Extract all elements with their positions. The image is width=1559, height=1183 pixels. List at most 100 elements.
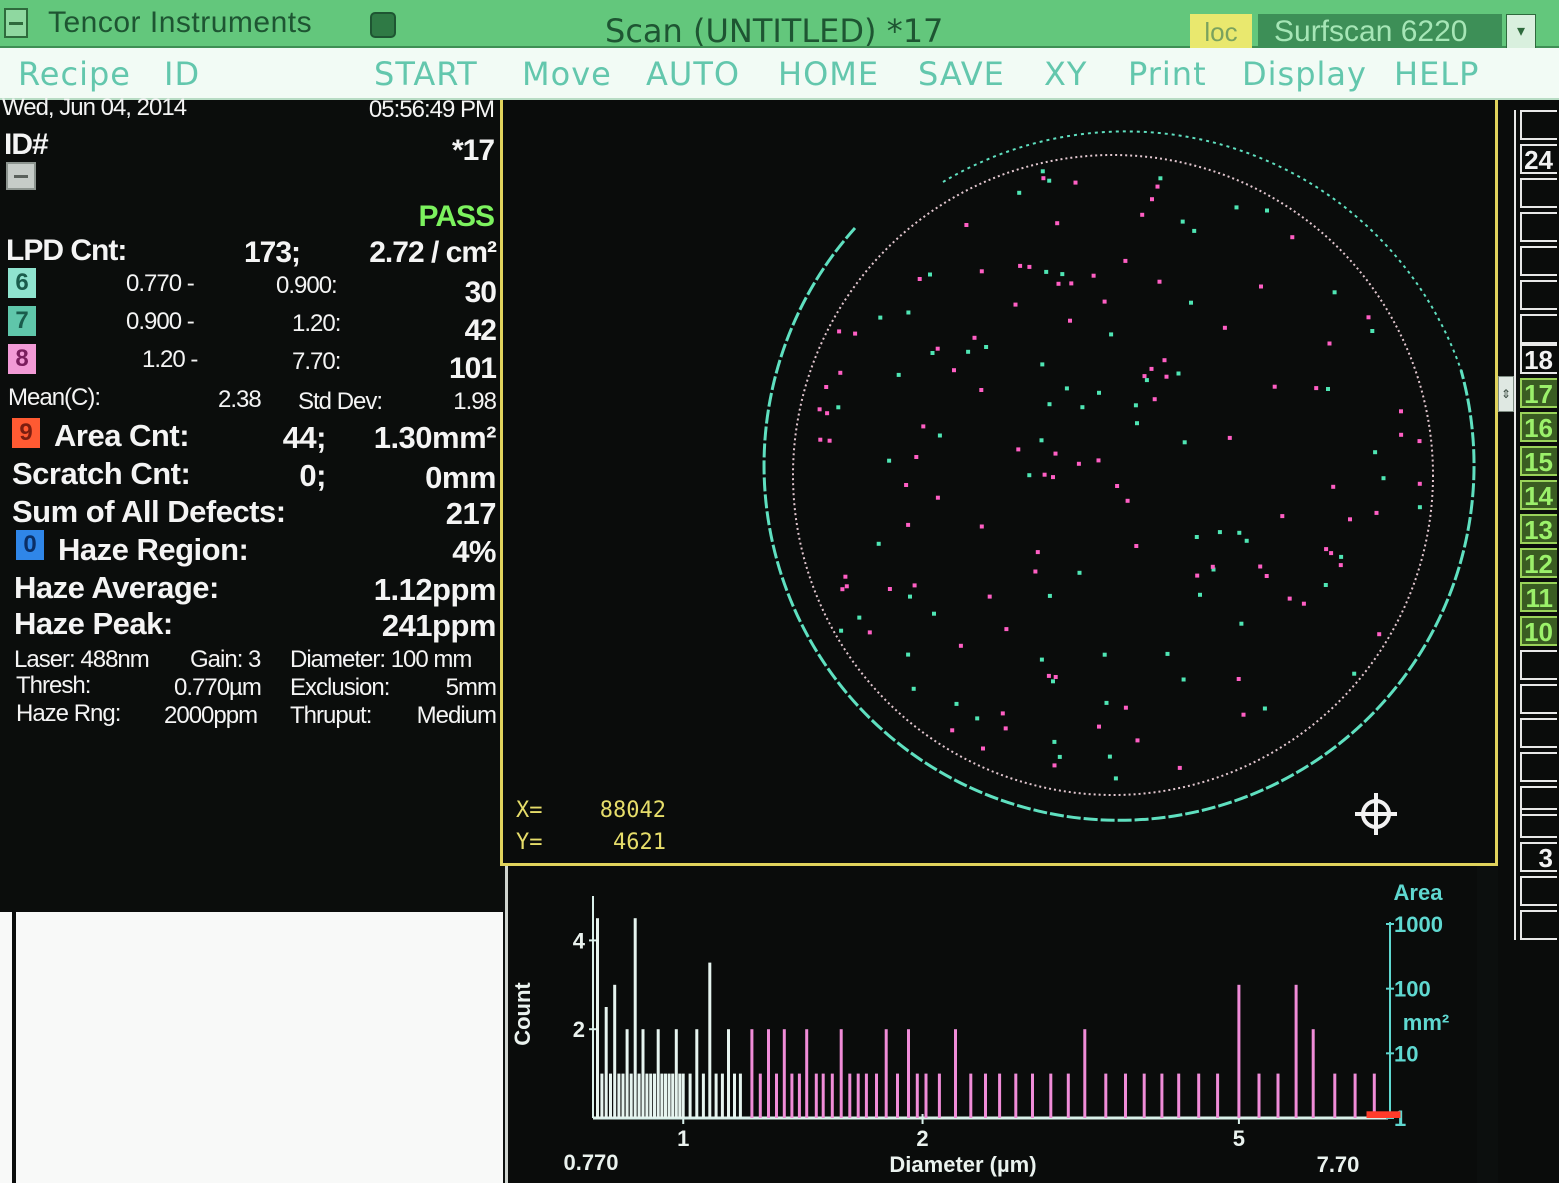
defect-point[interactable] bbox=[1338, 563, 1343, 568]
defect-point[interactable] bbox=[921, 424, 926, 429]
strip-slot[interactable] bbox=[1520, 650, 1557, 680]
defect-point[interactable] bbox=[981, 746, 985, 751]
defect-point[interactable] bbox=[1069, 281, 1074, 286]
defect-point[interactable] bbox=[1027, 473, 1032, 478]
menu-recipe[interactable]: Recipe bbox=[18, 48, 131, 100]
defect-point[interactable] bbox=[917, 277, 922, 281]
strip-slot[interactable] bbox=[1520, 212, 1557, 242]
strip-level-3[interactable]: 3 bbox=[1520, 842, 1557, 872]
defect-point[interactable] bbox=[1003, 726, 1008, 731]
defect-point[interactable] bbox=[1150, 197, 1154, 202]
defect-point[interactable] bbox=[984, 345, 989, 349]
defect-point[interactable] bbox=[840, 587, 845, 592]
defect-point[interactable] bbox=[1053, 451, 1058, 456]
defect-point[interactable] bbox=[1237, 530, 1242, 535]
defect-point[interactable] bbox=[932, 611, 936, 616]
defect-point[interactable] bbox=[906, 310, 911, 315]
defect-point[interactable] bbox=[853, 331, 858, 336]
defect-point[interactable] bbox=[1052, 739, 1057, 744]
defect-point[interactable] bbox=[1326, 387, 1330, 391]
defect-point[interactable] bbox=[1135, 421, 1139, 426]
defect-point[interactable] bbox=[1064, 386, 1069, 391]
defect-point[interactable] bbox=[1417, 505, 1422, 510]
bin-level-strip[interactable]: ⇕ 24 18 17 16 15 14 13 12 11 10 3 bbox=[1498, 100, 1559, 1183]
defect-point[interactable] bbox=[1018, 263, 1023, 268]
strip-level-15[interactable]: 15 bbox=[1520, 446, 1557, 476]
strip-level-12[interactable]: 12 bbox=[1520, 548, 1557, 578]
menu-auto[interactable]: AUTO bbox=[646, 48, 740, 100]
strip-slot[interactable] bbox=[1520, 280, 1557, 310]
defect-point[interactable] bbox=[1033, 569, 1038, 574]
defect-point[interactable] bbox=[1123, 258, 1128, 263]
defect-point[interactable] bbox=[1258, 564, 1263, 569]
defect-point[interactable] bbox=[1047, 593, 1052, 598]
strip-level-17[interactable]: 17 bbox=[1520, 378, 1557, 408]
defect-point[interactable] bbox=[818, 437, 823, 442]
defect-point[interactable] bbox=[824, 385, 829, 389]
loc-indicator[interactable]: loc bbox=[1190, 14, 1252, 50]
defect-point[interactable] bbox=[1000, 711, 1005, 716]
strip-level-10[interactable]: 10 bbox=[1520, 616, 1557, 646]
defect-point[interactable] bbox=[1417, 439, 1422, 444]
chevron-down-icon[interactable]: ▾ bbox=[1506, 14, 1536, 50]
defect-point[interactable] bbox=[1044, 269, 1049, 274]
defect-point[interactable] bbox=[1042, 472, 1047, 477]
defect-point[interactable] bbox=[876, 541, 881, 546]
defect-point[interactable] bbox=[935, 346, 940, 351]
defect-point[interactable] bbox=[1077, 570, 1082, 575]
defect-point[interactable] bbox=[1370, 329, 1375, 333]
bin-7-swatch[interactable]: 7 bbox=[8, 306, 36, 336]
defect-point[interactable] bbox=[1192, 228, 1197, 233]
crosshair-icon[interactable] bbox=[1355, 793, 1397, 835]
defect-point[interactable] bbox=[1374, 510, 1379, 515]
system-menu-icon[interactable] bbox=[4, 8, 28, 38]
defect-point[interactable] bbox=[1180, 219, 1185, 224]
defect-point[interactable] bbox=[1217, 530, 1222, 535]
defect-point[interactable] bbox=[1280, 514, 1285, 519]
defect-point[interactable] bbox=[979, 388, 984, 392]
menu-help[interactable]: HELP bbox=[1394, 48, 1479, 100]
defect-point[interactable] bbox=[1259, 284, 1263, 289]
defect-point[interactable] bbox=[1047, 178, 1052, 183]
defect-point[interactable] bbox=[1348, 517, 1352, 522]
defect-point[interactable] bbox=[827, 438, 832, 443]
defect-point[interactable] bbox=[1140, 212, 1145, 217]
strip-slot[interactable] bbox=[1520, 684, 1557, 714]
defect-point[interactable] bbox=[906, 652, 911, 657]
defect-point[interactable] bbox=[843, 574, 848, 579]
strip-level-24[interactable]: 24 bbox=[1520, 144, 1557, 174]
defect-point[interactable] bbox=[838, 370, 843, 375]
defect-point[interactable] bbox=[1040, 362, 1045, 367]
defect-point[interactable] bbox=[952, 368, 956, 373]
defect-point[interactable] bbox=[987, 594, 992, 599]
defect-point[interactable] bbox=[844, 584, 849, 589]
defect-point[interactable] bbox=[1104, 700, 1109, 705]
defect-point[interactable] bbox=[1399, 432, 1404, 437]
defect-point[interactable] bbox=[1301, 601, 1306, 606]
defect-point[interactable] bbox=[1107, 754, 1112, 759]
defect-point[interactable] bbox=[904, 483, 909, 487]
defect-point[interactable] bbox=[1102, 652, 1107, 657]
defect-point[interactable] bbox=[1210, 564, 1215, 569]
defect-point[interactable] bbox=[1091, 273, 1096, 278]
defect-point[interactable] bbox=[837, 329, 842, 334]
strip-level-16[interactable]: 16 bbox=[1520, 412, 1557, 442]
defect-point[interactable] bbox=[1155, 184, 1160, 189]
menu-start[interactable]: START bbox=[374, 48, 478, 100]
defect-point[interactable] bbox=[1052, 763, 1057, 768]
defect-point[interactable] bbox=[914, 455, 919, 459]
defect-point[interactable] bbox=[1080, 405, 1085, 410]
defect-point[interactable] bbox=[1182, 440, 1187, 445]
defect-point[interactable] bbox=[1236, 677, 1241, 681]
strip-slot[interactable] bbox=[1520, 314, 1557, 344]
defect-point[interactable] bbox=[1352, 671, 1357, 676]
defect-point[interactable] bbox=[1097, 390, 1101, 395]
defect-point[interactable] bbox=[937, 433, 942, 438]
strip-slot[interactable] bbox=[1520, 910, 1557, 940]
strip-level-18[interactable]: 18 bbox=[1520, 344, 1557, 374]
defect-point[interactable] bbox=[887, 458, 892, 463]
defect-point[interactable] bbox=[1272, 384, 1277, 389]
defect-point[interactable] bbox=[912, 583, 917, 588]
defect-point[interactable] bbox=[1144, 378, 1149, 383]
bin-8-swatch[interactable]: 8 bbox=[8, 344, 36, 374]
